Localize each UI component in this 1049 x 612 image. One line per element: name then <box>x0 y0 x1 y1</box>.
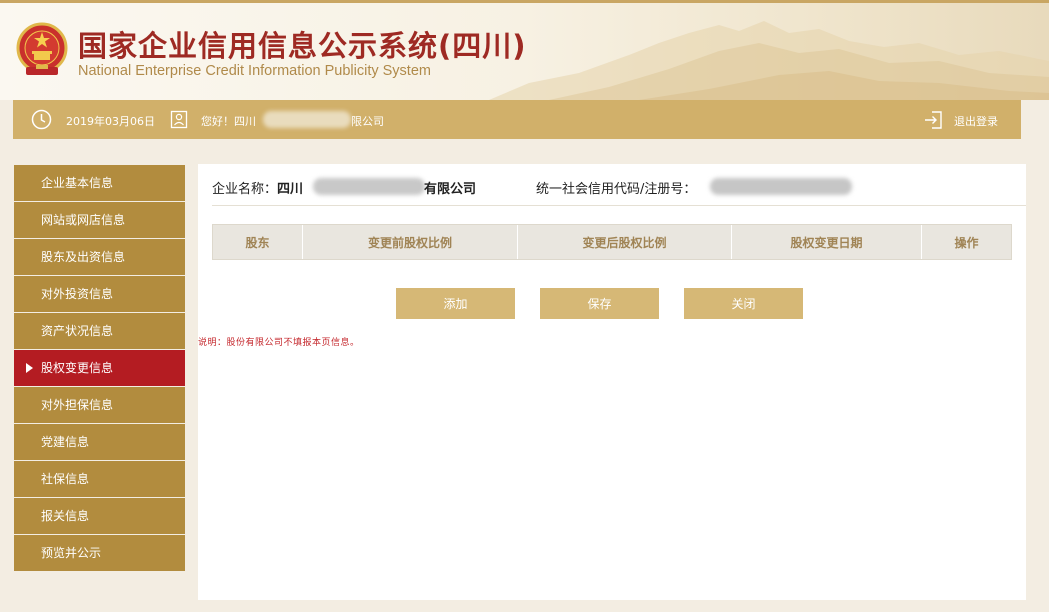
site-header: 国家企业信用信息公示系统(四川) National Enterprise Cre… <box>0 3 1049 100</box>
sidebar-item-customs-info[interactable]: 报关信息 <box>14 498 185 534</box>
sidebar-item-label: 股权变更信息 <box>41 361 114 375</box>
sidebar-item-label: 对外担保信息 <box>41 398 114 412</box>
add-button[interactable]: 添加 <box>396 288 515 319</box>
site-title-en: National Enterprise Credit Information P… <box>78 63 431 79</box>
greeting-text: 您好！四川 <box>201 115 256 128</box>
sidebar-nav: 企业基本信息 网站或网店信息 股东及出资信息 对外投资信息 资产状况信息 股权变… <box>14 165 185 572</box>
redacted-credit-code <box>710 178 852 195</box>
sidebar-item-shareholder-info[interactable]: 股东及出资信息 <box>14 239 185 275</box>
column-header-after-ratio: 变更后股权比例 <box>518 225 732 259</box>
sidebar-item-label: 网站或网店信息 <box>41 213 126 227</box>
sidebar-item-preview-publish[interactable]: 预览并公示 <box>14 535 185 571</box>
national-emblem-icon <box>16 22 68 75</box>
sidebar-item-label: 资产状况信息 <box>41 324 114 338</box>
equity-change-table-header: 股东 变更前股权比例 变更后股权比例 股权变更日期 操作 <box>212 224 1012 260</box>
column-header-actions: 操作 <box>954 235 979 250</box>
sidebar-item-label: 报关信息 <box>41 509 90 523</box>
active-arrow-icon <box>26 363 33 373</box>
instruction-note: 说明：股份有限公司不填报本页信息。 <box>198 338 360 348</box>
credit-code-label: 统一社会信用代码/注册号： <box>536 182 697 197</box>
sidebar-item-social-security[interactable]: 社保信息 <box>14 461 185 497</box>
sidebar-item-label: 企业基本信息 <box>41 176 114 190</box>
column-header-change-date: 股权变更日期 <box>732 225 922 259</box>
company-name-line: 企业名称：四川 <box>212 178 303 197</box>
sidebar-item-equity-change[interactable]: 股权变更信息 <box>14 350 185 386</box>
redacted-company-name <box>313 178 425 195</box>
logout-icon[interactable] <box>924 110 944 130</box>
save-button[interactable]: 保存 <box>540 288 659 319</box>
logout-link[interactable]: 退出登录 <box>954 113 998 129</box>
site-title-cn: 国家企业信用信息公示系统(四川) <box>78 29 527 63</box>
divider <box>212 205 1026 206</box>
sidebar-item-guarantee-info[interactable]: 对外担保信息 <box>14 387 185 423</box>
content-panel: 企业名称：四川 有限公司 统一社会信用代码/注册号： 股东 变更前股权比例 变更… <box>198 164 1026 600</box>
user-icon <box>170 110 188 129</box>
redacted-username <box>263 111 351 128</box>
clock-icon <box>31 109 52 130</box>
sidebar-item-label: 股东及出资信息 <box>41 250 126 264</box>
sidebar-item-investment-info[interactable]: 对外投资信息 <box>14 276 185 312</box>
company-name-suffix: 有限公司 <box>424 182 477 197</box>
company-name-prefix: 四川 <box>277 182 304 197</box>
current-date: 2019年03月06日 <box>66 115 155 128</box>
column-header-before-ratio: 变更前股权比例 <box>303 225 518 259</box>
sidebar-item-label: 党建信息 <box>41 435 90 449</box>
close-button[interactable]: 关闭 <box>684 288 803 319</box>
mountain-decoration <box>489 21 1049 100</box>
sidebar-item-asset-info[interactable]: 资产状况信息 <box>14 313 185 349</box>
greeting-suffix: 限公司 <box>351 115 384 128</box>
company-name-label: 企业名称： <box>212 182 278 197</box>
sidebar-item-label: 社保信息 <box>41 472 90 486</box>
sidebar-item-label: 对外投资信息 <box>41 287 114 301</box>
sidebar-item-basic-info[interactable]: 企业基本信息 <box>14 165 185 201</box>
sidebar-item-party-info[interactable]: 党建信息 <box>14 424 185 460</box>
sidebar-item-label: 预览并公示 <box>41 546 102 560</box>
column-header-shareholder: 股东 <box>213 225 303 259</box>
sidebar-item-website-info[interactable]: 网站或网店信息 <box>14 202 185 238</box>
info-bar: 2019年03月06日 您好！四川 限公司 退出登录 <box>13 100 1021 139</box>
